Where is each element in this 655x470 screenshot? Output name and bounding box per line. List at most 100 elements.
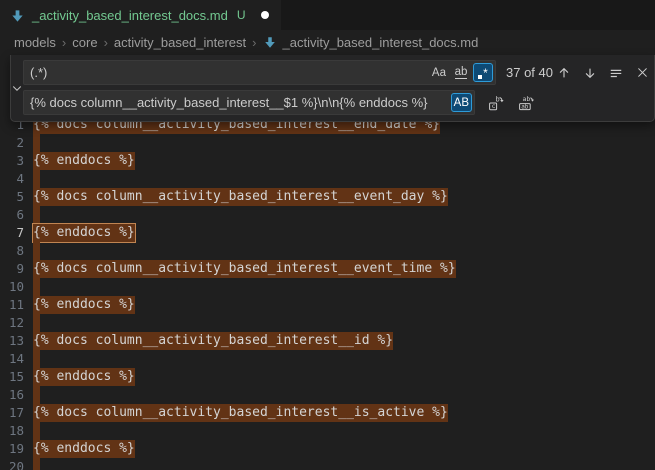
breadcrumb-item-file[interactable]: _activity_based_interest_docs.md xyxy=(263,35,479,50)
editor-line[interactable]: 5 {% docs column__activity_based_interes… xyxy=(0,188,655,206)
editor-line[interactable]: 6 xyxy=(0,206,655,224)
find-match-highlight-empty xyxy=(33,422,40,440)
editor-line[interactable]: 8 xyxy=(0,242,655,260)
close-find-button[interactable] xyxy=(631,62,653,84)
line-content[interactable]: {% docs column__activity_based_interest_… xyxy=(33,260,456,278)
line-number: 17 xyxy=(0,404,24,422)
editor-line[interactable]: 3 {% enddocs %} xyxy=(0,152,655,170)
find-match-highlight: {% enddocs %} xyxy=(33,440,135,458)
selection-icon xyxy=(609,66,623,80)
find-row: Aa ab * 37 of 40 xyxy=(23,60,655,85)
line-content[interactable]: {% docs column__activity_based_interest_… xyxy=(33,404,448,422)
chevron-down-icon xyxy=(11,82,23,94)
editor-line[interactable]: 14 xyxy=(0,350,655,368)
regex-toggle[interactable]: * xyxy=(473,63,493,82)
tab-filename: _activity_based_interest_docs.md xyxy=(32,8,228,23)
breadcrumb-item-models[interactable]: models xyxy=(14,35,56,50)
find-input-box: Aa ab * xyxy=(23,60,496,85)
editor-line[interactable]: 7 {% enddocs %} xyxy=(0,224,655,242)
editor-line[interactable]: 12 xyxy=(0,314,655,332)
find-match-highlight: {% enddocs %} xyxy=(33,152,135,170)
find-input[interactable] xyxy=(24,61,427,84)
line-number: 18 xyxy=(0,422,24,440)
find-match-highlight-empty xyxy=(33,386,40,404)
line-content[interactable] xyxy=(33,242,40,260)
editor-line[interactable]: 19 {% enddocs %} xyxy=(0,440,655,458)
editor-line[interactable]: 9 {% docs column__activity_based_interes… xyxy=(0,260,655,278)
find-match-highlight-empty xyxy=(33,170,40,188)
editor-line[interactable]: 20 xyxy=(0,458,655,470)
line-number: 9 xyxy=(0,260,24,278)
preserve-case-toggle[interactable]: AB xyxy=(451,93,472,112)
match-count: 37 of 40 xyxy=(506,65,553,80)
line-number: 8 xyxy=(0,242,24,260)
find-match-highlight-empty xyxy=(33,314,40,332)
editor-line[interactable]: 2 xyxy=(0,134,655,152)
breadcrumb-item-core[interactable]: core xyxy=(72,35,97,50)
line-content[interactable] xyxy=(33,206,40,224)
line-number: 14 xyxy=(0,350,24,368)
line-content[interactable] xyxy=(33,422,40,440)
find-in-selection-button[interactable] xyxy=(605,62,627,84)
editor-line[interactable]: 11 {% enddocs %} xyxy=(0,296,655,314)
line-content[interactable]: {% enddocs %} xyxy=(33,152,135,170)
previous-match-button[interactable] xyxy=(553,62,575,84)
svg-text:ab: ab xyxy=(523,95,531,103)
editor-line[interactable]: 13 {% docs column__activity_based_intere… xyxy=(0,332,655,350)
editor-line[interactable]: 15 {% enddocs %} xyxy=(0,368,655,386)
whole-word-toggle[interactable]: ab xyxy=(451,63,471,82)
chevron-right-icon: › xyxy=(62,35,66,50)
regex-icon: * xyxy=(478,67,488,79)
svg-text:c: c xyxy=(492,102,496,110)
line-content[interactable] xyxy=(33,386,40,404)
editor-line[interactable]: 4 xyxy=(0,170,655,188)
find-match-highlight: {% enddocs %} xyxy=(33,368,135,386)
line-number: 4 xyxy=(0,170,24,188)
match-case-toggle[interactable]: Aa xyxy=(429,63,449,82)
find-match-highlight: {% docs column__activity_based_interest_… xyxy=(33,332,393,350)
line-number: 16 xyxy=(0,386,24,404)
line-content[interactable] xyxy=(33,278,40,296)
find-match-highlight: {% docs column__activity_based_interest_… xyxy=(33,260,456,278)
line-content[interactable]: {% enddocs %} xyxy=(33,368,135,386)
editor-line[interactable]: 10 xyxy=(0,278,655,296)
line-number: 19 xyxy=(0,440,24,458)
line-number: 15 xyxy=(0,368,24,386)
editor-line[interactable]: 18 xyxy=(0,422,655,440)
line-content[interactable] xyxy=(33,314,40,332)
line-number: 5 xyxy=(0,188,24,206)
replace-all-button[interactable]: ab ab xyxy=(515,92,537,114)
line-content[interactable] xyxy=(33,170,40,188)
line-number: 10 xyxy=(0,278,24,296)
editor-lines: 1 {% docs column__activity_based_interes… xyxy=(0,116,655,470)
replace-button[interactable]: b c xyxy=(485,92,507,114)
tab-bar: _activity_based_interest_docs.md U xyxy=(0,0,655,30)
line-content[interactable]: {% docs column__activity_based_interest_… xyxy=(33,332,393,350)
breadcrumb: models › core › activity_based_interest … xyxy=(0,30,655,54)
modified-dot-icon[interactable] xyxy=(261,11,269,19)
line-content[interactable]: {% enddocs %} xyxy=(33,440,135,458)
replace-icon: b c xyxy=(488,95,504,111)
line-content[interactable]: {% enddocs %} xyxy=(33,296,135,314)
editor-line[interactable]: 16 xyxy=(0,386,655,404)
find-match-highlight-empty xyxy=(33,458,40,470)
breadcrumb-file-label: _activity_based_interest_docs.md xyxy=(283,35,479,50)
editor-tab[interactable]: _activity_based_interest_docs.md U xyxy=(0,0,281,30)
line-content[interactable]: {% enddocs %} xyxy=(33,224,135,242)
markdown-file-icon xyxy=(10,8,25,23)
breadcrumb-item-activity-based-interest[interactable]: activity_based_interest xyxy=(114,35,246,50)
line-content[interactable] xyxy=(33,458,40,470)
replace-input[interactable] xyxy=(24,91,449,114)
line-content[interactable] xyxy=(33,350,40,368)
find-match-highlight-empty xyxy=(33,278,40,296)
markdown-file-icon xyxy=(263,35,278,50)
vscode-window: _activity_based_interest_docs.md U model… xyxy=(0,0,655,470)
next-match-button[interactable] xyxy=(579,62,601,84)
line-number: 7 xyxy=(0,224,24,242)
editor-line[interactable]: 17 {% docs column__activity_based_intere… xyxy=(0,404,655,422)
line-content[interactable] xyxy=(33,134,40,152)
line-number: 13 xyxy=(0,332,24,350)
toggle-replace-button[interactable] xyxy=(11,60,23,115)
line-content[interactable]: {% docs column__activity_based_interest_… xyxy=(33,188,448,206)
chevron-right-icon: › xyxy=(104,35,108,50)
